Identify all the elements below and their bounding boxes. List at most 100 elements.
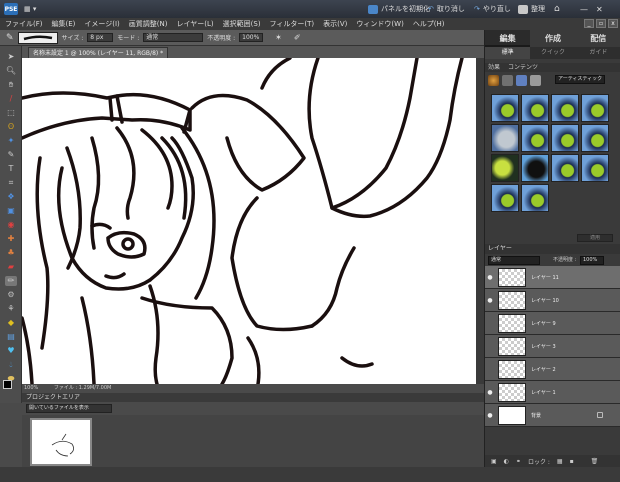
undo-button[interactable]: ↶ 取り消し (428, 3, 465, 15)
layer-row[interactable]: レイヤー 3 (485, 335, 620, 358)
layer-row[interactable]: ● レイヤー 11 (485, 266, 620, 289)
doc-restore-icon[interactable]: ▫ (596, 19, 606, 28)
layer-row[interactable]: ● 背景 (485, 404, 620, 427)
layer-row[interactable]: ● レイヤー 10 (485, 289, 620, 312)
doc-minimize-icon[interactable]: _ (584, 19, 594, 28)
subtab-guided[interactable]: ガイド (576, 47, 620, 59)
type-tool-icon[interactable]: T (5, 164, 17, 174)
effect-thumbnail[interactable] (521, 124, 549, 152)
layer-opacity-field[interactable]: 100% (580, 256, 604, 265)
document-tab[interactable]: 名称未設定 1 @ 100% (レイヤー 11, RGB/8) * (28, 47, 169, 58)
minimize-icon[interactable]: — (580, 3, 588, 15)
tab-edit[interactable]: 編集 (485, 30, 531, 47)
adjustment-layer-icon[interactable]: ◐ (504, 458, 509, 465)
effect-thumbnail[interactable] (551, 154, 579, 182)
marquee-tool-icon[interactable]: ⬚ (5, 108, 17, 118)
subtab-full[interactable]: 標準 (485, 47, 531, 59)
visibility-eye-icon[interactable]: ● (485, 412, 495, 419)
effects-panel-header[interactable]: 効果 コンテンツ (485, 63, 620, 72)
eraser-toggle-icon[interactable]: ✐ (294, 33, 301, 42)
lock-transparency-icon[interactable]: ▦ (557, 458, 563, 465)
mode-select[interactable]: 通常 (143, 33, 204, 42)
straighten-tool-icon[interactable]: ▣ (5, 206, 17, 216)
eraser-tool-icon[interactable]: ▰ (5, 262, 17, 272)
project-bin-dropdown[interactable]: 開いているファイルを表示 (26, 404, 112, 413)
zoom-tool-icon[interactable]: 🔍︎ (5, 66, 17, 76)
doc-close-icon[interactable]: x (608, 19, 618, 28)
blur-tool-icon[interactable]: 💧︎ (5, 360, 17, 370)
shape-tool-icon[interactable]: ♥ (5, 346, 17, 356)
tab-create[interactable]: 作成 (530, 30, 575, 47)
effect-thumbnail[interactable] (581, 124, 609, 152)
tab-share[interactable]: 配信 (576, 30, 620, 47)
red-eye-tool-icon[interactable]: ◉ (5, 220, 17, 230)
effect-thumbnail[interactable] (551, 124, 579, 152)
new-layer-icon[interactable]: ▣ (491, 458, 497, 465)
effect-thumbnail[interactable] (491, 184, 519, 212)
trash-icon[interactable]: 🗑︎ (591, 458, 599, 465)
menu-image[interactable]: イメージ(I) (84, 19, 119, 29)
size-field[interactable]: 8 px (87, 33, 114, 42)
effect-thumbnail[interactable] (581, 154, 609, 182)
clone-stamp-tool-icon[interactable]: ♣ (5, 248, 17, 258)
visibility-eye-icon[interactable]: ● (485, 297, 495, 304)
filter-category-dropdown[interactable]: アーティスティック (555, 75, 605, 84)
menu-layer[interactable]: レイヤー(L) (176, 19, 213, 29)
brush-tool-icon[interactable]: ⚙︎ (5, 290, 17, 300)
effect-thumbnail[interactable] (521, 184, 549, 212)
subtab-quick[interactable]: クイック (530, 47, 575, 59)
menu-enhance[interactable]: 画質調整(N) (129, 19, 168, 29)
pencil-tool-button[interactable]: ✏︎ (5, 276, 17, 286)
effect-thumbnail[interactable] (491, 124, 519, 152)
visibility-eye-icon[interactable]: ● (485, 274, 495, 281)
menu-file[interactable]: ファイル(F) (5, 19, 43, 29)
layer-row[interactable]: レイヤー 2 (485, 358, 620, 381)
all-effects-category-icon[interactable] (530, 74, 541, 86)
reset-panels-button[interactable]: パネルを初期化 (368, 3, 430, 15)
smart-brush-tool-icon[interactable]: ⚘ (5, 304, 17, 314)
canvas-vertical-scrollbar[interactable] (476, 58, 484, 384)
layers-panel-header[interactable]: レイヤー (485, 244, 620, 254)
brush-preset-picker[interactable] (17, 31, 58, 44)
redo-button[interactable]: ↷ やり直し (474, 3, 511, 15)
layer-row[interactable]: ● レイヤー 1 (485, 381, 620, 404)
hand-tool-icon[interactable]: ✋︎ (5, 80, 17, 90)
paint-bucket-tool-icon[interactable]: ◆ (5, 318, 17, 328)
effect-thumbnail[interactable] (521, 94, 549, 122)
crop-tool-icon[interactable]: ⌗ (5, 178, 17, 188)
zoom-readout[interactable]: 100% (24, 385, 38, 391)
lasso-tool-icon[interactable]: ʘ (5, 122, 17, 132)
magic-wand-tool-icon[interactable]: ✦ (5, 136, 17, 146)
visibility-eye-icon[interactable]: ● (485, 389, 495, 396)
photo-effects-category-icon[interactable] (516, 74, 527, 86)
project-bin-header[interactable]: プロジェクトエリア (22, 393, 484, 402)
effect-thumbnail[interactable] (581, 94, 609, 122)
image-canvas[interactable] (22, 58, 476, 384)
move-tool-icon[interactable]: ➤ (5, 52, 17, 62)
close-icon[interactable]: ✕ (596, 3, 603, 15)
home-icon[interactable]: ⌂ (554, 3, 560, 15)
healing-tool-icon[interactable]: ✚ (5, 234, 17, 244)
blend-mode-select[interactable]: 通常 (488, 256, 540, 265)
eyedropper-tool-icon[interactable]: / (5, 94, 17, 104)
layer-styles-category-icon[interactable] (502, 74, 513, 86)
effect-thumbnail[interactable] (491, 94, 519, 122)
effect-thumbnail[interactable] (551, 94, 579, 122)
organizer-button[interactable]: 整理 (518, 3, 545, 15)
airbrush-icon[interactable]: ✶ (275, 33, 282, 42)
link-layers-icon[interactable]: ⚭ (516, 458, 521, 465)
opacity-field[interactable]: 100% (239, 33, 264, 42)
workspace-dropdown[interactable]: ▦ ▾ (24, 5, 36, 13)
effect-thumbnail[interactable] (521, 154, 549, 182)
menu-edit[interactable]: 編集(E) (52, 19, 76, 29)
menu-window[interactable]: ウィンドウ(W) (356, 19, 403, 29)
menu-view[interactable]: 表示(V) (323, 19, 347, 29)
gradient-tool-icon[interactable]: ▤ (5, 332, 17, 342)
menu-filter[interactable]: フィルター(T) (270, 19, 315, 29)
foreground-color-swatch[interactable] (3, 380, 12, 389)
lock-all-icon[interactable]: ▪ (570, 458, 574, 465)
menu-help[interactable]: ヘルプ(H) (413, 19, 445, 29)
effect-thumbnail[interactable] (491, 154, 519, 182)
cookie-cutter-tool-icon[interactable]: ❖ (5, 192, 17, 202)
project-bin-thumbnail[interactable] (30, 418, 92, 466)
